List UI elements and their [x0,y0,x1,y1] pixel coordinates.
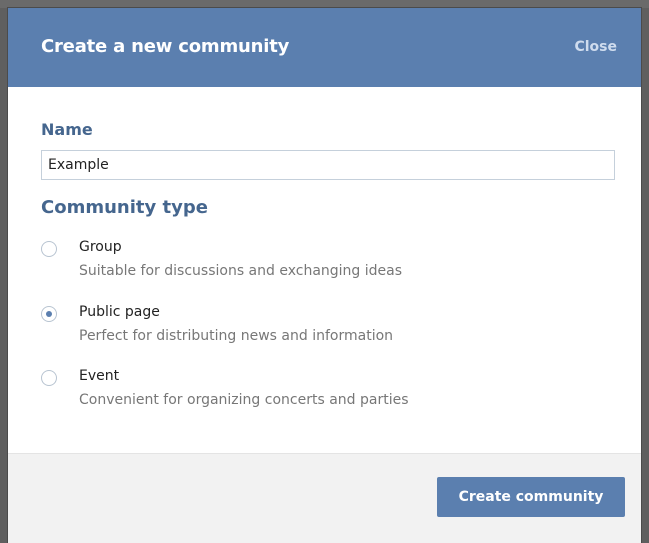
option-public-page-title: Public page [79,304,160,320]
dialog-footer: Create community [8,453,641,543]
option-event[interactable]: Event Convenient for organizing concerts… [41,368,601,416]
create-community-dialog: Create a new community Close Name Commun… [8,8,641,543]
close-button[interactable]: Close [574,39,617,55]
name-label: Name [41,120,93,139]
option-event-title: Event [79,368,120,384]
option-group[interactable]: Group Suitable for discussions and excha… [41,239,601,287]
dialog-body: Name Community type Group Suitable for d… [8,87,641,453]
option-group-description: Suitable for discussions and exchanging … [79,263,403,279]
backdrop [0,0,649,8]
radio-group[interactable] [41,241,57,257]
community-type-label: Community type [41,197,208,218]
dialog-title: Create a new community [41,36,290,57]
option-public-page-description: Perfect for distributing news and inform… [79,328,394,344]
create-community-button[interactable]: Create community [437,477,625,517]
dialog-header: Create a new community Close [8,8,641,87]
radio-public-page[interactable] [41,306,57,322]
option-group-title: Group [79,239,122,255]
option-event-description: Convenient for organizing concerts and p… [79,392,409,408]
name-input[interactable] [41,150,615,180]
option-public-page[interactable]: Public page Perfect for distributing new… [41,304,601,352]
radio-event[interactable] [41,370,57,386]
